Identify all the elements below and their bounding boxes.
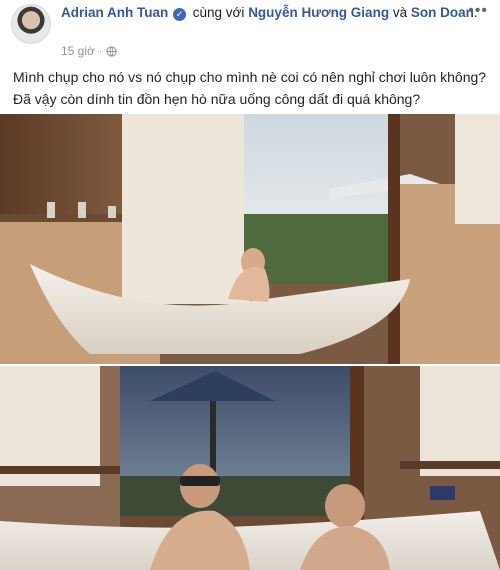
post-photo-2[interactable] xyxy=(0,366,500,570)
post-header: Adrian Anh Tuan ✓ cùng với Nguyễn Hương … xyxy=(0,0,500,62)
facebook-post: Adrian Anh Tuan ✓ cùng với Nguyễn Hương … xyxy=(0,0,500,570)
tagged-person-2[interactable]: Son Doan xyxy=(411,5,474,20)
separator-dot: · xyxy=(98,45,103,57)
author-name[interactable]: Adrian Anh Tuan xyxy=(61,5,168,20)
and-text: và xyxy=(392,5,408,20)
post-time[interactable]: 15 giờ xyxy=(61,44,95,58)
more-options-icon[interactable]: ••• xyxy=(468,2,488,20)
author-avatar[interactable] xyxy=(11,4,51,44)
with-text: cùng với xyxy=(192,5,245,20)
post-meta: Adrian Anh Tuan ✓ cùng với Nguyễn Hương … xyxy=(61,3,481,22)
globe-icon[interactable] xyxy=(106,45,117,57)
post-text-line-1: Mình chụp cho nó vs nó chụp cho mình nè … xyxy=(13,69,487,85)
bathtub-photo-2 xyxy=(0,366,500,570)
post-time-row: 15 giờ · xyxy=(61,44,117,58)
bathtub-photo-1 xyxy=(0,114,500,364)
post-text: Mình chụp cho nó vs nó chụp cho mình nè … xyxy=(13,66,493,110)
post-photo-1[interactable] xyxy=(0,114,500,364)
post-text-line-2: Đã vậy còn dính tin đồn hẹn hò nữa uống … xyxy=(13,91,421,107)
verified-badge-icon: ✓ xyxy=(173,8,187,21)
tagged-person-1[interactable]: Nguyễn Hương Giang xyxy=(248,5,389,20)
